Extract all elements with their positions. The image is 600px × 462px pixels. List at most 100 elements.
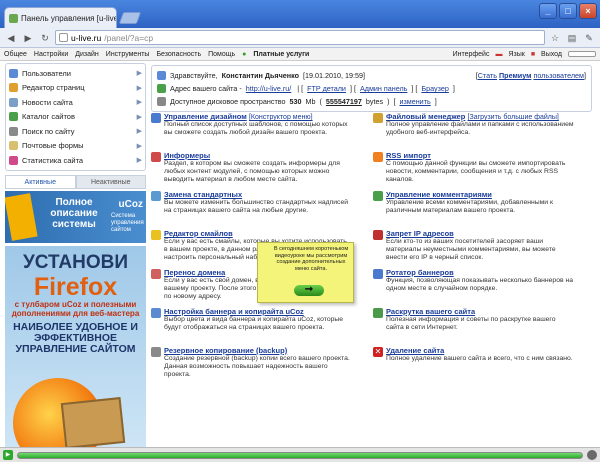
popup-text: В сегодняшнем коротеньком видеоуроке мы … <box>273 246 349 272</box>
video-tip-popup: В сегодняшнем коротеньком видеоуроке мы … <box>257 242 354 303</box>
sidebar-item-news[interactable]: Новости сайта ▶ <box>9 95 142 110</box>
minimize-icon[interactable]: _ <box>539 3 557 19</box>
module-copyright[interactable]: Настройка баннера и копирайта uCoz Выбор … <box>151 307 373 342</box>
module-design[interactable]: Управление дизайном [Конструктор меню] По… <box>151 112 373 147</box>
module-replace[interactable]: Замена стандартных Вы можете изменить бол… <box>151 190 373 225</box>
menu-interface[interactable]: Интерфейс <box>453 51 490 58</box>
reload-icon[interactable]: ↻ <box>38 31 52 45</box>
tab-active[interactable]: Активные <box>5 174 76 188</box>
module-title[interactable]: Настройка баннера и копирайта uCoz <box>164 307 304 316</box>
menu-language[interactable]: Язык <box>508 51 524 58</box>
menu-security[interactable]: Безопасность <box>156 51 201 58</box>
arrow-right-icon: ▶ <box>136 157 142 165</box>
menu-exit[interactable]: Выход <box>541 51 562 58</box>
change-link[interactable]: изменить <box>399 95 430 108</box>
menu-general[interactable]: Общее <box>4 51 27 58</box>
back-icon[interactable]: ◀ <box>4 31 18 45</box>
menu-design[interactable]: Дизайн <box>75 51 99 58</box>
module-desc: Функция, позволяющая показывать нескольк… <box>386 277 574 292</box>
go-arrow-button[interactable]: ➞ <box>294 285 324 296</box>
module-title[interactable]: Управление дизайном <box>164 112 247 121</box>
module-promotion[interactable]: Раскрутка вашего сайта Полезная информаци… <box>373 307 591 342</box>
module-title[interactable]: Удаление сайта <box>386 346 444 355</box>
module-desc: Создание резервной (backup) копии всего … <box>164 355 350 378</box>
module-title[interactable]: Ротатор баннеров <box>386 268 454 277</box>
volume-icon[interactable] <box>587 450 597 460</box>
module-desc: Полный список доступных шаблонов, с помо… <box>164 121 348 136</box>
star-icon[interactable]: ☆ <box>548 31 562 45</box>
sidebar-item-stats[interactable]: Статистика сайта ▶ <box>9 153 142 168</box>
sidebar-item-label: Почтовые формы <box>22 141 84 151</box>
module-title[interactable]: Раскрутка вашего сайта <box>386 307 475 316</box>
greeting: Здравствуйте, <box>170 71 218 80</box>
module-title[interactable]: Редактор смайлов <box>164 229 233 238</box>
sidebar-item-label: Редактор страниц <box>22 83 85 93</box>
browser-link[interactable]: Браузер <box>421 82 448 95</box>
site-address-link[interactable]: http://u-live.ru/ <box>246 82 292 95</box>
premium-link-text[interactable]: Стать <box>478 71 497 80</box>
forward-icon[interactable]: ▶ <box>21 31 35 45</box>
module-title[interactable]: Замена стандартных <box>164 190 242 199</box>
user-icon <box>157 71 166 80</box>
sidebar-item-label: Пользователи <box>22 68 71 78</box>
address-bar[interactable]: u-live.ru/panel/?a=cp <box>55 30 545 45</box>
ftp-link[interactable]: FTP детали <box>307 82 346 95</box>
module-title[interactable]: Резервное копирование (backup) <box>164 346 287 355</box>
module-informers[interactable]: Информеры Раздел, в котором вы сможете со… <box>151 151 373 186</box>
play-icon[interactable]: ▶ <box>3 450 13 460</box>
window-controls: _ □ × <box>539 3 597 19</box>
tab-inactive[interactable]: Неактивные <box>75 174 146 188</box>
module-backup[interactable]: Резервное копирование (backup) Создание р… <box>151 346 373 381</box>
module-banners[interactable]: Ротатор баннеров Функция, позволяющая пок… <box>373 268 591 303</box>
page-menu-icon[interactable]: ▤ <box>565 31 579 45</box>
new-tab-button[interactable] <box>118 12 142 24</box>
design-icon <box>151 113 161 123</box>
arrow-right-icon: ▶ <box>136 128 142 136</box>
module-delete[interactable]: ✕ Удаление сайта Полное удаление вашего са… <box>373 346 591 381</box>
arrow-right-icon: ▶ <box>136 99 142 107</box>
sidebar-item-users[interactable]: Пользователи ▶ <box>9 66 142 81</box>
sidebar-item-mail[interactable]: Почтовые формы ▶ <box>9 139 142 154</box>
description-banner[interactable]: Полное описание системы uCoz Система упр… <box>5 190 146 243</box>
module-title[interactable]: Управление комментариями <box>386 190 492 199</box>
sidebar-item-pages[interactable]: Редактор страниц ▶ <box>9 81 142 96</box>
browser-tab[interactable]: Панель управления [u-live.r × <box>4 7 117 28</box>
module-comments[interactable]: Управление комментариями Управление всеми… <box>373 190 591 225</box>
arrow-right-icon: ▶ <box>136 70 142 78</box>
wrench-icon[interactable]: ✎ <box>582 31 596 45</box>
module-ip-ban[interactable]: Запрет IP адресов Если кто-то из ваших по… <box>373 229 591 264</box>
module-title[interactable]: Файловый менеджер <box>386 112 465 121</box>
space-label: Доступное дисковое пространство <box>170 97 286 106</box>
menu-help[interactable]: Помощь <box>208 51 235 58</box>
banner-line4: НАИБОЛЕЕ УДОБНОЕ И ЭФФЕКТИВНОЕ УПРАВЛЕНИ… <box>13 320 138 355</box>
close-window-icon[interactable]: × <box>579 3 597 19</box>
module-title[interactable]: RSS импорт <box>386 151 431 160</box>
progress-bar[interactable] <box>17 451 583 459</box>
folder-icon <box>373 113 383 123</box>
admin-panel-link[interactable]: Админ панель <box>360 82 407 95</box>
module-title[interactable]: Информеры <box>164 151 210 160</box>
module-files[interactable]: Файловый менеджер [Загрузить большие фай… <box>373 112 591 147</box>
module-desc: Полное управление файлами и папками с ис… <box>386 121 574 136</box>
chart-icon <box>9 155 18 165</box>
premium-link-bold[interactable]: Премиум <box>499 71 531 80</box>
menu-paid-services[interactable]: Платные услуги <box>253 51 309 58</box>
module-title[interactable]: Перенос домена <box>164 268 225 277</box>
search-icon <box>9 126 18 136</box>
globe-icon <box>157 84 166 93</box>
premium-link-rest[interactable]: пользователем <box>533 71 584 80</box>
maximize-icon[interactable]: □ <box>559 3 577 19</box>
bracket: ] <box>584 71 586 80</box>
module-title[interactable]: Запрет IP адресов <box>386 229 454 238</box>
sidebar-item-catalog[interactable]: Каталог сайтов ▶ <box>9 110 142 125</box>
premium-link[interactable]: [Стать Премиум пользователем] <box>476 69 586 82</box>
upload-large-files-link[interactable]: [Загрузить большие файлы] <box>468 114 559 121</box>
banner-line1: УСТАНОВИ <box>22 251 129 273</box>
sidebar-item-search[interactable]: Поиск по сайту ▶ <box>9 124 142 139</box>
firefox-banner[interactable]: УСТАНОВИ Firefox с тулбаром uCoz и полез… <box>5 245 146 454</box>
menu-settings[interactable]: Настройки <box>34 51 68 58</box>
width-slider[interactable] <box>568 51 596 57</box>
menu-constructor-link[interactable]: [Конструктор меню] <box>249 114 313 121</box>
module-rss[interactable]: RSS импорт С помощью данной функции вы см… <box>373 151 591 186</box>
menu-tools[interactable]: Инструменты <box>106 51 150 58</box>
